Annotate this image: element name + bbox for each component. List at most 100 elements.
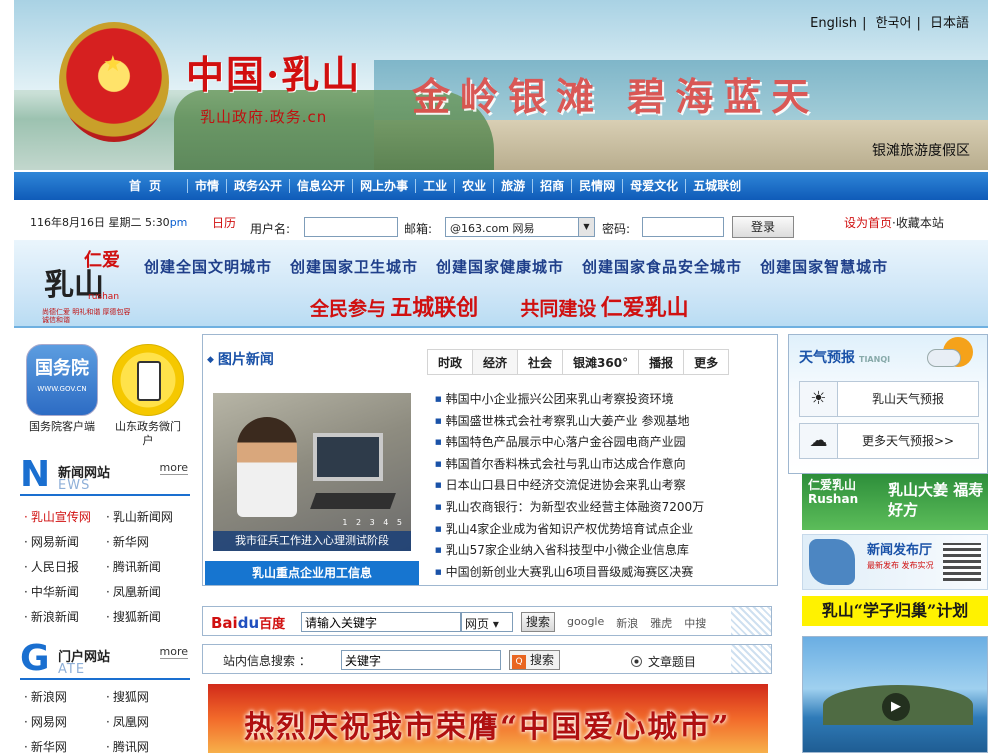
weather-cloud-icon — [927, 337, 973, 371]
video-player[interactable]: ▶ — [802, 636, 988, 753]
link-rushan-news[interactable]: 乳山新闻网 — [106, 508, 188, 525]
shandong-portal-link[interactable]: 山东政务微门户 — [110, 344, 186, 448]
picture-news-caption[interactable]: 我市征兵工作进入心理测试阶段 — [213, 531, 411, 551]
nav-gov-affairs[interactable]: 政务公开 — [226, 179, 289, 193]
play-icon[interactable]: ▶ — [882, 693, 910, 721]
news-item[interactable]: 中国创新创业大赛乳山6项目晋级威海赛区决赛 — [435, 562, 704, 584]
link-sina[interactable]: 新浪网 — [24, 688, 106, 705]
news-item[interactable]: 日本山口县日中经济交流促进协会来乳山考察 — [435, 475, 704, 497]
site-search-input[interactable] — [341, 650, 501, 670]
news-item[interactable]: 乳山57家企业纳入省科技型中小微企业信息库 — [435, 540, 704, 562]
lang-japanese[interactable]: 日本語 — [925, 16, 974, 31]
calendar-link[interactable]: 日历 — [212, 214, 236, 231]
link-ifeng[interactable]: 凤凰网 — [106, 713, 188, 730]
link-sina-news[interactable]: 新浪新闻 — [24, 608, 106, 625]
nav-industry[interactable]: 工业 — [415, 179, 454, 193]
engine-yahoo[interactable]: 雅虎 — [650, 615, 672, 631]
nav-online-services[interactable]: 网上办事 — [352, 179, 415, 193]
link-xinhua[interactable]: 新华网 — [106, 533, 188, 550]
news-item[interactable]: 韩国特色产品展示中心落户金谷园电商产业园 — [435, 432, 704, 454]
baidu-search-button[interactable]: 搜索 — [521, 612, 556, 632]
tab-more[interactable]: 更多 — [684, 349, 730, 375]
header-links: 设为首页·收藏本站 — [844, 214, 944, 231]
photo-person — [237, 417, 297, 517]
tab-economy[interactable]: 经济 — [473, 349, 519, 375]
news-item[interactable]: 乳山农商银行：为新型农业经营主体融资7200万 — [435, 497, 705, 519]
news-item[interactable]: 韩国首尔香料株式会社与乳山市达成合作意向 — [435, 454, 704, 476]
news-item[interactable]: 乳山4家企业成为省知识产权优势培育试点企业 — [435, 519, 704, 541]
password-label: 密码: — [602, 222, 631, 236]
rushan-weather-button[interactable]: ☀ 乳山天气预报 — [799, 381, 979, 417]
lang-korean[interactable]: 한국어 — [871, 16, 917, 31]
engine-zhongsou[interactable]: 中搜 — [684, 615, 706, 631]
link-sohu[interactable]: 搜狐网 — [106, 688, 188, 705]
ginger-ad[interactable]: 仁爱乳山 Rushan 乳山大姜 福寿好方 — [802, 474, 988, 530]
title-radio[interactable]: 文章题目 — [631, 653, 696, 670]
engine-sina[interactable]: 新浪 — [616, 615, 638, 631]
site-search-button[interactable]: Q 搜索 — [509, 650, 561, 670]
link-xinhuanet[interactable]: 新华网 — [24, 738, 106, 753]
engine-google[interactable]: google — [567, 615, 604, 631]
news-sites-more-link[interactable]: more — [159, 461, 188, 475]
link-netease-news[interactable]: 网易新闻 — [24, 533, 106, 550]
radio-selected-icon — [631, 656, 642, 667]
goal-sanitary-city: 创建国家卫生城市 — [290, 258, 419, 276]
campaign-banner[interactable]: 仁爱 乳山 rushan 尚德仁爱 明礼和谐 厚德包容 诚信和谐 创建全国文明城… — [14, 240, 988, 328]
students-return-ad[interactable]: 乳山“学子归巢”计划 — [802, 596, 988, 626]
password-input[interactable] — [642, 217, 724, 237]
portal-sites-more-link[interactable]: more — [159, 645, 188, 659]
link-rushan-propaganda[interactable]: 乳山宣传网 — [24, 508, 106, 525]
nav-public-opinion[interactable]: 民情网 — [571, 179, 622, 193]
news-item[interactable]: 韩国中小企业振兴公团来乳山考察投资环境 — [435, 389, 704, 411]
lang-english[interactable]: English — [805, 16, 862, 31]
photo-keyboard — [310, 493, 396, 509]
photo-pager[interactable]: 1 2 3 4 5 — [342, 518, 405, 527]
link-qq[interactable]: 腾讯网 — [106, 738, 188, 753]
add-favorite-link[interactable]: ·收藏本站 — [892, 216, 944, 230]
link-tencent-news[interactable]: 腾讯新闻 — [106, 558, 188, 575]
baidu-type-select[interactable]: 网页 ▾ — [461, 612, 513, 632]
nav-investment[interactable]: 招商 — [532, 179, 571, 193]
tab-politics[interactable]: 时政 — [427, 349, 474, 375]
nav-maternal-culture[interactable]: 母爱文化 — [622, 179, 685, 193]
portal-sites-header: G 门户网站 ATE more — [20, 640, 190, 680]
email-domain-select[interactable]: @163.com 网易 ▼ — [445, 217, 595, 237]
baidu-type-value: 网页 — [465, 617, 490, 631]
decorative-pattern — [731, 645, 771, 673]
nav-agriculture[interactable]: 农业 — [454, 179, 493, 193]
nav-tourism[interactable]: 旅游 — [493, 179, 532, 193]
job-info-link[interactable]: 乳山重点企业用工信息 — [205, 561, 419, 585]
link-peoples-daily[interactable]: 人民日报 — [24, 558, 106, 575]
map-icon — [809, 539, 855, 585]
tab-yintan-360[interactable]: 银滩360° — [563, 349, 640, 375]
set-homepage-link[interactable]: 设为首页 — [844, 216, 892, 230]
news-item[interactable]: 韩国盛世株式会社考察乳山大姜产业 参观基地 — [435, 411, 704, 433]
more-weather-button[interactable]: ☁ 更多天气预报>> — [799, 423, 979, 459]
nav-home[interactable]: 首页 — [122, 179, 187, 193]
login-button[interactable]: 登录 — [732, 216, 794, 238]
phone-icon — [137, 361, 161, 401]
press-center-ad[interactable]: 新闻发布厅 最新发布 发布实况 — [802, 534, 988, 590]
tab-society[interactable]: 社会 — [518, 349, 564, 375]
link-netease[interactable]: 网易网 — [24, 713, 106, 730]
promo-banner[interactable]: 热烈庆祝我市荣膺“中国爱心城市” — [208, 684, 768, 753]
baidu-search-input[interactable] — [301, 612, 461, 632]
link-sohu-news[interactable]: 搜狐新闻 — [106, 608, 188, 625]
news-box: 图片新闻 1 2 3 4 5 我市征兵工作进入心理测试阶段 乳山重点企业用工信息… — [202, 334, 778, 586]
gwy-app-link[interactable]: 国务院 WWW.GOV.CN 国务院客户端 — [24, 344, 100, 434]
goal-healthy-city: 创建国家健康城市 — [436, 258, 565, 276]
link-ifeng-news[interactable]: 凤凰新闻 — [106, 583, 188, 600]
nav-city-info[interactable]: 市情 — [187, 179, 226, 193]
tab-broadcast[interactable]: 播报 — [639, 349, 685, 375]
header-banner: ★ 中国·乳山 乳山政府.政务.cn 金岭银滩 碧海蓝天 English | 한국… — [14, 0, 988, 170]
username-input[interactable] — [304, 217, 398, 237]
motto-3: 共同建设 — [520, 298, 597, 320]
rushan-weather-label: 乳山天气预报 — [871, 392, 944, 406]
nav-five-cities[interactable]: 五城联创 — [685, 179, 748, 193]
nav-info-disclosure[interactable]: 信息公开 — [289, 179, 352, 193]
link-china-news[interactable]: 中华新闻 — [24, 583, 106, 600]
sunny-icon: ☀ — [800, 382, 838, 416]
left-sidebar: 国务院 WWW.GOV.CN 国务院客户端 山东政务微门户 N 新闻网站 EWS… — [14, 334, 200, 753]
picture-news-photo[interactable]: 1 2 3 4 5 我市征兵工作进入心理测试阶段 — [213, 393, 411, 551]
site-search-button-label: 搜索 — [530, 653, 555, 667]
